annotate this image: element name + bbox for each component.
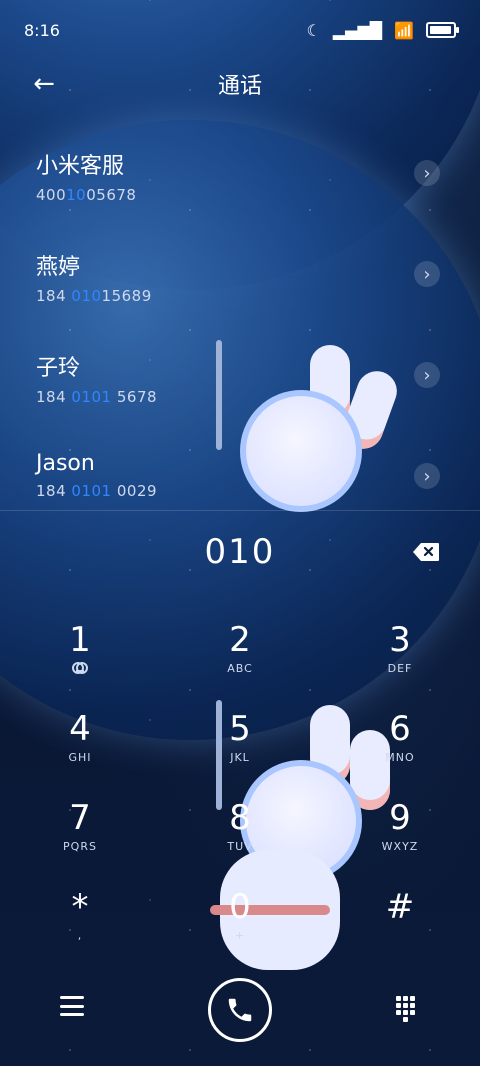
key-1[interactable]: 1 bbox=[20, 610, 140, 699]
key-6[interactable]: 6 MNO bbox=[340, 699, 460, 788]
key-4[interactable]: 4 GHI bbox=[20, 699, 140, 788]
call-button[interactable] bbox=[208, 978, 272, 1042]
moon-icon: ☾ bbox=[306, 20, 321, 40]
keypad-row: * , 0 + # bbox=[0, 877, 480, 966]
key-9[interactable]: 9 WXYZ bbox=[340, 788, 460, 877]
key-7[interactable]: 7 PQRS bbox=[20, 788, 140, 877]
signal-icon: ▂▄▆█ bbox=[332, 20, 383, 40]
keypad-row: 4 GHI 5 JKL 6 MNO bbox=[0, 699, 480, 788]
contact-number: 184 0101 0029 bbox=[36, 482, 158, 500]
chevron-right-icon[interactable]: › bbox=[414, 362, 440, 388]
menu-icon[interactable] bbox=[60, 996, 84, 1016]
key-hash[interactable]: # bbox=[340, 877, 460, 966]
status-time: 8:16 bbox=[24, 20, 60, 40]
page-title: 通话 bbox=[217, 74, 262, 99]
keypad-row: 7 PQRS 8 TUV 9 WXYZ bbox=[0, 788, 480, 877]
key-5[interactable]: 5 JKL bbox=[180, 699, 300, 788]
bottom-action-bar bbox=[0, 970, 480, 1050]
chevron-right-icon[interactable]: › bbox=[414, 463, 440, 489]
keypad-row: 1 2 ABC 3 DEF bbox=[0, 610, 480, 699]
contact-item[interactable]: 小米客服 4001005678 › bbox=[0, 148, 480, 241]
status-icons: ☾ ▂▄▆█ 📶 bbox=[306, 20, 459, 40]
battery-icon bbox=[426, 22, 459, 38]
voicemail-icon bbox=[72, 662, 88, 674]
contact-number: 184 0101 5678 bbox=[36, 388, 158, 406]
dial-display: 010 bbox=[0, 520, 480, 590]
contact-number: 4001005678 bbox=[36, 186, 137, 204]
contact-item[interactable]: 子玲 184 0101 5678 › bbox=[0, 350, 480, 443]
dial-input[interactable]: 010 bbox=[0, 532, 480, 572]
key-8[interactable]: 8 TUV bbox=[180, 788, 300, 877]
key-0[interactable]: 0 + bbox=[180, 877, 300, 966]
phone-icon bbox=[228, 998, 252, 1022]
key-star[interactable]: * , bbox=[20, 877, 140, 966]
key-2[interactable]: 2 ABC bbox=[180, 610, 300, 699]
contact-item[interactable]: 燕婷 184 01015689 › bbox=[0, 249, 480, 342]
chevron-right-icon[interactable]: › bbox=[414, 160, 440, 186]
section-divider bbox=[0, 510, 480, 511]
contact-suggestions-list: 小米客服 4001005678 › 燕婷 184 01015689 › 子玲 1… bbox=[0, 140, 480, 544]
dialpad-icon[interactable] bbox=[396, 996, 416, 1022]
backspace-icon[interactable] bbox=[412, 542, 440, 562]
chevron-right-icon[interactable]: › bbox=[414, 261, 440, 287]
dial-keypad: 1 2 ABC 3 DEF 4 GHI 5 JKL 6 MNO 7 PQRS 8… bbox=[0, 610, 480, 966]
app-bar: ← 通话 bbox=[0, 60, 480, 110]
status-bar: 8:16 ☾ ▂▄▆█ 📶 bbox=[0, 0, 480, 60]
key-3[interactable]: 3 DEF bbox=[340, 610, 460, 699]
contact-number: 184 01015689 bbox=[36, 287, 152, 305]
wifi-icon: 📶 bbox=[394, 20, 414, 40]
